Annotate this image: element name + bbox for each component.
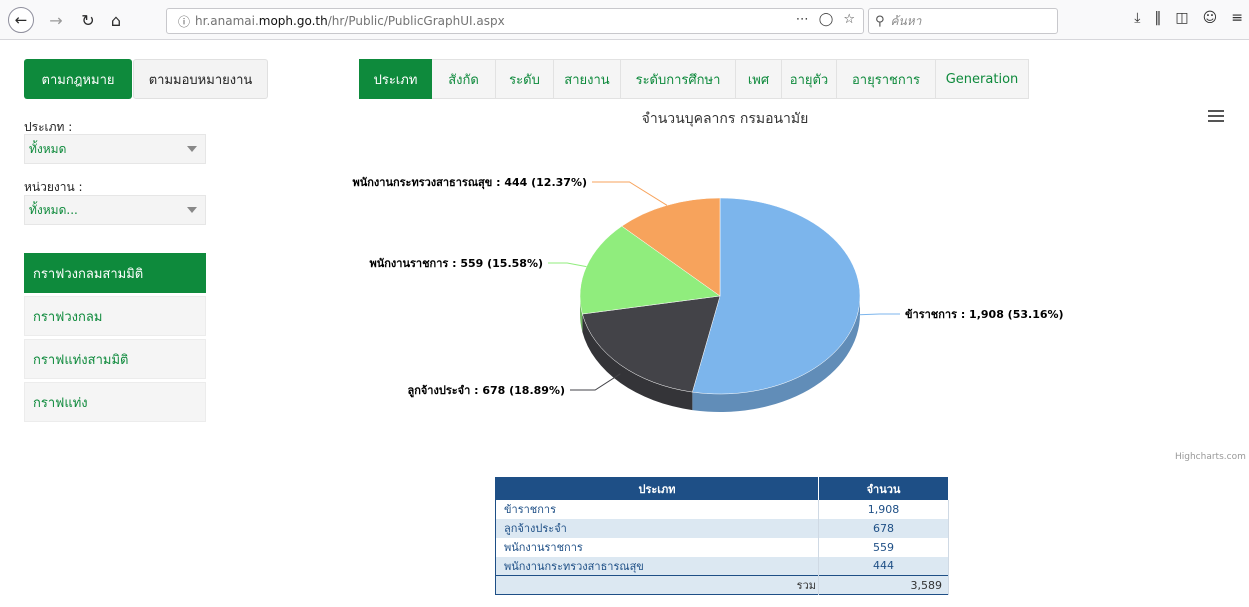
table-cell-count: 1,908: [818, 499, 949, 519]
summary-table: ประเภท จำนวน ข้าราชการ 1,908 ลูกจ้างประจ…: [495, 477, 949, 595]
table-total-value: 3,589: [818, 575, 949, 595]
pie-data-label: พนักงานกระทรวงสาธารณสุข : 444 (12.37%): [352, 176, 587, 190]
pie-data-label: ลูกจ้างประจำ : 678 (18.89%): [407, 384, 565, 398]
table-header-count: จำนวน: [818, 477, 949, 500]
table-row: ข้าราชการ 1,908: [495, 499, 949, 519]
table-cell-type: พนักงานกระทรวงสาธารณสุข: [495, 556, 819, 576]
pie-connector: [548, 262, 587, 268]
pie-data-label: พนักงานราชการ : 559 (15.58%): [369, 257, 543, 270]
table-cell-count: 678: [818, 518, 949, 538]
pie-connector: [592, 181, 668, 206]
chart-credits[interactable]: Highcharts.com: [1175, 452, 1246, 462]
table-row: ลูกจ้างประจำ 678: [495, 518, 949, 538]
pie-data-label: ข้าราชการ : 1,908 (53.16%): [905, 308, 1064, 321]
table-cell-type: ข้าราชการ: [495, 499, 819, 519]
table-cell-type: ลูกจ้างประจำ: [495, 518, 819, 538]
table-cell-type: พนักงานราชการ: [495, 537, 819, 557]
table-cell-count: 559: [818, 537, 949, 557]
table-row: พนักงานราชการ 559: [495, 537, 949, 557]
table-cell-count: 444: [818, 556, 949, 576]
pie-connector: [859, 313, 900, 316]
table-total-row: รวม 3,589: [495, 575, 949, 595]
table-row: พนักงานกระทรวงสาธารณสุข 444: [495, 556, 949, 576]
table-total-label: รวม: [495, 575, 819, 595]
table-header-type: ประเภท: [495, 477, 819, 500]
